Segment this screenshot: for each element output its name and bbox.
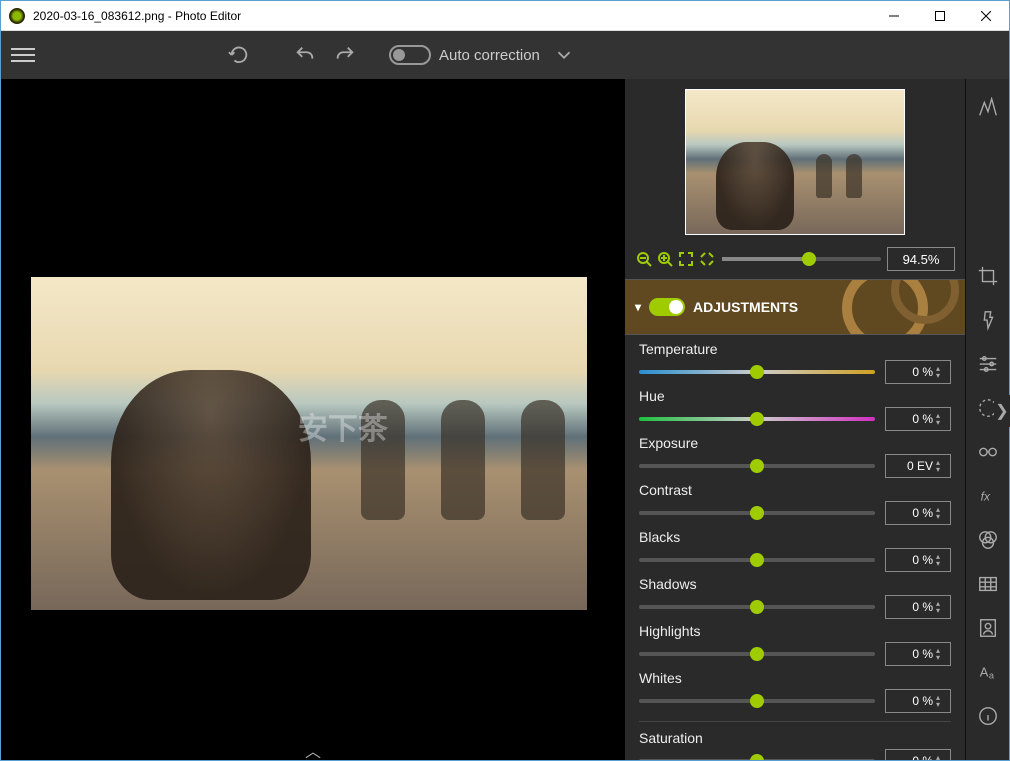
preview-panel xyxy=(625,79,965,245)
slider-track[interactable] xyxy=(639,558,875,562)
slider-value[interactable]: 0 %▴▾ xyxy=(885,642,951,666)
slider-value[interactable]: 0 %▴▾ xyxy=(885,749,951,760)
adjustments-label: ADJUSTMENTS xyxy=(693,299,798,315)
slider-row-saturation: Saturation 0 %▴▾ xyxy=(639,730,951,760)
slider-track[interactable] xyxy=(639,464,875,468)
svg-text:a: a xyxy=(988,670,994,680)
slider-value[interactable]: 0 %▴▾ xyxy=(885,548,951,572)
slider-label: Exposure xyxy=(639,435,951,451)
slider-track[interactable] xyxy=(639,417,875,421)
top-toolbar: Auto correction xyxy=(1,31,1009,79)
zoom-out-icon[interactable] xyxy=(635,250,653,268)
border-tool[interactable] xyxy=(973,569,1003,599)
slider-label: Saturation xyxy=(639,730,951,746)
window-title: 2020-03-16_083612.png - Photo Editor xyxy=(33,9,871,23)
close-button[interactable] xyxy=(963,1,1009,31)
slider-label: Blacks xyxy=(639,529,951,545)
slider-label: Hue xyxy=(639,388,951,404)
slider-label: Temperature xyxy=(639,341,951,357)
adjustments-toggle[interactable] xyxy=(649,298,685,316)
slider-track[interactable] xyxy=(639,652,875,656)
preview-image[interactable] xyxy=(685,89,905,235)
auto-correction-dropdown[interactable] xyxy=(548,39,580,71)
app-window: 2020-03-16_083612.png - Photo Editor Aut… xyxy=(0,0,1010,761)
collapse-icon: ▾ xyxy=(635,300,641,314)
text-tool[interactable]: Aa xyxy=(973,657,1003,687)
slider-label: Highlights xyxy=(639,623,951,639)
zoom-fit-icon[interactable] xyxy=(677,250,695,268)
zoom-slider[interactable] xyxy=(722,257,881,261)
histogram-tool[interactable] xyxy=(973,93,1003,123)
portrait-tool[interactable] xyxy=(973,613,1003,643)
auto-correction-label: Auto correction xyxy=(439,47,540,64)
zoom-value[interactable]: 94.5% xyxy=(887,247,955,271)
svg-text:fx: fx xyxy=(980,490,990,504)
slider-track[interactable] xyxy=(639,511,875,515)
undo-all-button[interactable] xyxy=(223,39,255,71)
menu-button[interactable] xyxy=(9,42,37,68)
sliders-tool[interactable] xyxy=(973,349,1003,379)
slider-value[interactable]: 0 %▴▾ xyxy=(885,360,951,384)
zoom-in-icon[interactable] xyxy=(656,250,674,268)
slider-value[interactable]: 0 %▴▾ xyxy=(885,689,951,713)
zoom-actual-icon[interactable] xyxy=(698,250,716,268)
slider-row-shadows: Shadows 0 %▴▾ xyxy=(639,576,951,619)
slider-row-hue: Hue 0 %▴▾ xyxy=(639,388,951,431)
zoom-controls: 94.5% xyxy=(625,245,965,279)
redo-button[interactable] xyxy=(329,39,361,71)
maximize-button[interactable] xyxy=(917,1,963,31)
sidebar: 94.5% ▾ ADJUSTMENTS Temperature 0 %▴▾ Hue 0… xyxy=(625,79,965,760)
info-tool[interactable] xyxy=(973,701,1003,731)
auto-correction-toggle[interactable] xyxy=(389,45,431,65)
content-area: 安下茶 ︿ 94.5% xyxy=(1,79,1009,760)
crop-tool[interactable] xyxy=(973,261,1003,291)
undo-button[interactable] xyxy=(289,39,321,71)
titlebar: 2020-03-16_083612.png - Photo Editor xyxy=(1,1,1009,31)
expand-bottom-panel[interactable]: ︿ xyxy=(1,740,625,760)
effects-tool[interactable]: fx xyxy=(973,481,1003,511)
slider-value[interactable]: 0 %▴▾ xyxy=(885,501,951,525)
sliders-panel: Temperature 0 %▴▾ Hue 0 %▴▾ Exposure 0 EV▴▾ Co… xyxy=(625,335,965,760)
slider-track[interactable] xyxy=(639,370,875,374)
app-icon xyxy=(9,8,25,24)
watermark: 安下茶 xyxy=(298,404,388,448)
main-image[interactable]: 安下茶 xyxy=(31,277,587,610)
slider-track[interactable] xyxy=(639,605,875,609)
redeye-tool[interactable] xyxy=(973,437,1003,467)
svg-text:A: A xyxy=(979,665,988,680)
slider-label: Shadows xyxy=(639,576,951,592)
slider-label: Whites xyxy=(639,670,951,686)
expand-panel-button[interactable]: ❯ xyxy=(994,395,1010,427)
slider-track[interactable] xyxy=(639,699,875,703)
slider-value[interactable]: 0 %▴▾ xyxy=(885,595,951,619)
slider-row-whites: Whites 0 %▴▾ xyxy=(639,670,951,713)
minimize-button[interactable] xyxy=(871,1,917,31)
slider-value[interactable]: 0 %▴▾ xyxy=(885,407,951,431)
slider-row-contrast: Contrast 0 %▴▾ xyxy=(639,482,951,525)
slider-separator xyxy=(639,721,951,722)
slider-row-exposure: Exposure 0 EV▴▾ xyxy=(639,435,951,478)
slider-row-highlights: Highlights 0 %▴▾ xyxy=(639,623,951,666)
slider-track[interactable] xyxy=(639,759,875,760)
slider-row-blacks: Blacks 0 %▴▾ xyxy=(639,529,951,572)
slider-label: Contrast xyxy=(639,482,951,498)
adjustments-header[interactable]: ▾ ADJUSTMENTS xyxy=(625,279,965,335)
develop-tool[interactable] xyxy=(973,305,1003,335)
canvas-area[interactable]: 安下茶 ︿ xyxy=(1,79,625,760)
slider-value[interactable]: 0 EV▴▾ xyxy=(885,454,951,478)
color-tool[interactable] xyxy=(973,525,1003,555)
slider-row-temperature: Temperature 0 %▴▾ xyxy=(639,341,951,384)
